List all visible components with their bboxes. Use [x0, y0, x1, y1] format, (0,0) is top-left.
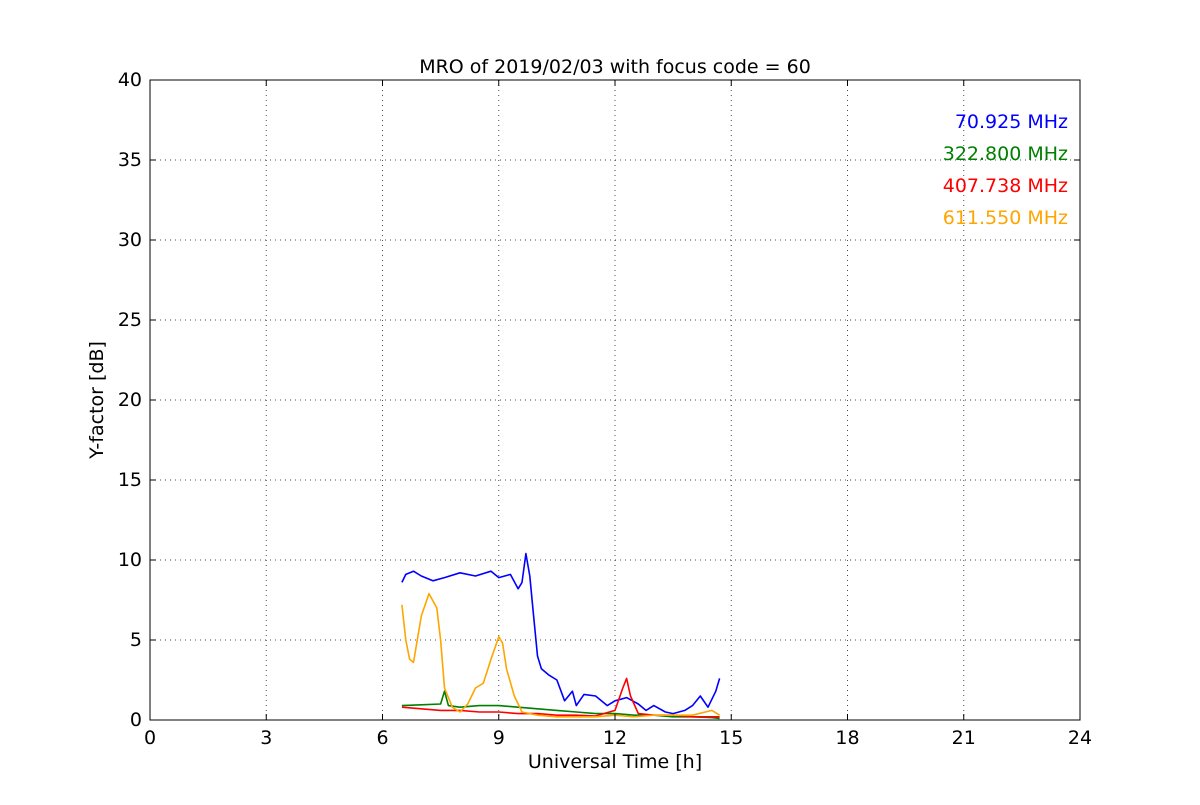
- legend-entry-1: 322.800 MHz: [943, 143, 1068, 165]
- tick-layer: 0 3 6 9 12 15 18 21 24 0 5 10 15 20 25 30 35 40: [118, 69, 1092, 749]
- y-tick-label-0: 0: [130, 709, 142, 731]
- y-axis-label: Y-factor [dB]: [86, 341, 108, 460]
- series-line-3: [401, 592, 721, 718]
- legend: 70.925 MHz 322.800 MHz 407.738 MHz 611.550 …: [943, 111, 1068, 229]
- series-line-0: [401, 552, 721, 715]
- y-tick-label-3: 15: [118, 469, 142, 491]
- x-tick-label-8: 24: [1068, 727, 1092, 749]
- y-tick-label-1: 5: [130, 629, 142, 651]
- x-axis-label: Universal Time [h]: [528, 751, 702, 773]
- legend-entry-2: 407.738 MHz: [943, 175, 1068, 197]
- y-tick-label-2: 10: [118, 549, 142, 571]
- series-layer: [401, 552, 721, 720]
- y-tick-label-8: 40: [118, 69, 142, 91]
- y-tick-label-6: 30: [118, 229, 142, 251]
- legend-entry-3: 611.550 MHz: [943, 207, 1068, 229]
- x-tick-label-5: 15: [719, 727, 743, 749]
- x-tick-label-2: 6: [376, 727, 388, 749]
- y-tick-label-4: 20: [118, 389, 142, 411]
- chart-svg: MRO of 2019/02/03 with focus code = 60 0…: [86, 56, 1092, 773]
- y-tick-label-7: 35: [118, 149, 142, 171]
- x-tick-label-0: 0: [144, 727, 156, 749]
- grid-layer: [150, 80, 1080, 720]
- y-tick-label-5: 25: [118, 309, 142, 331]
- legend-entry-0: 70.925 MHz: [955, 111, 1068, 133]
- series-line-1: [401, 690, 720, 720]
- x-tick-label-4: 12: [603, 727, 627, 749]
- x-tick-label-1: 3: [260, 727, 272, 749]
- chart-title: MRO of 2019/02/03 with focus code = 60: [419, 56, 811, 78]
- x-tick-label-3: 9: [493, 727, 505, 749]
- x-tick-label-7: 21: [952, 727, 976, 749]
- x-tick-label-6: 18: [835, 727, 859, 749]
- chart-root: MRO of 2019/02/03 with focus code = 60 0…: [0, 0, 1200, 800]
